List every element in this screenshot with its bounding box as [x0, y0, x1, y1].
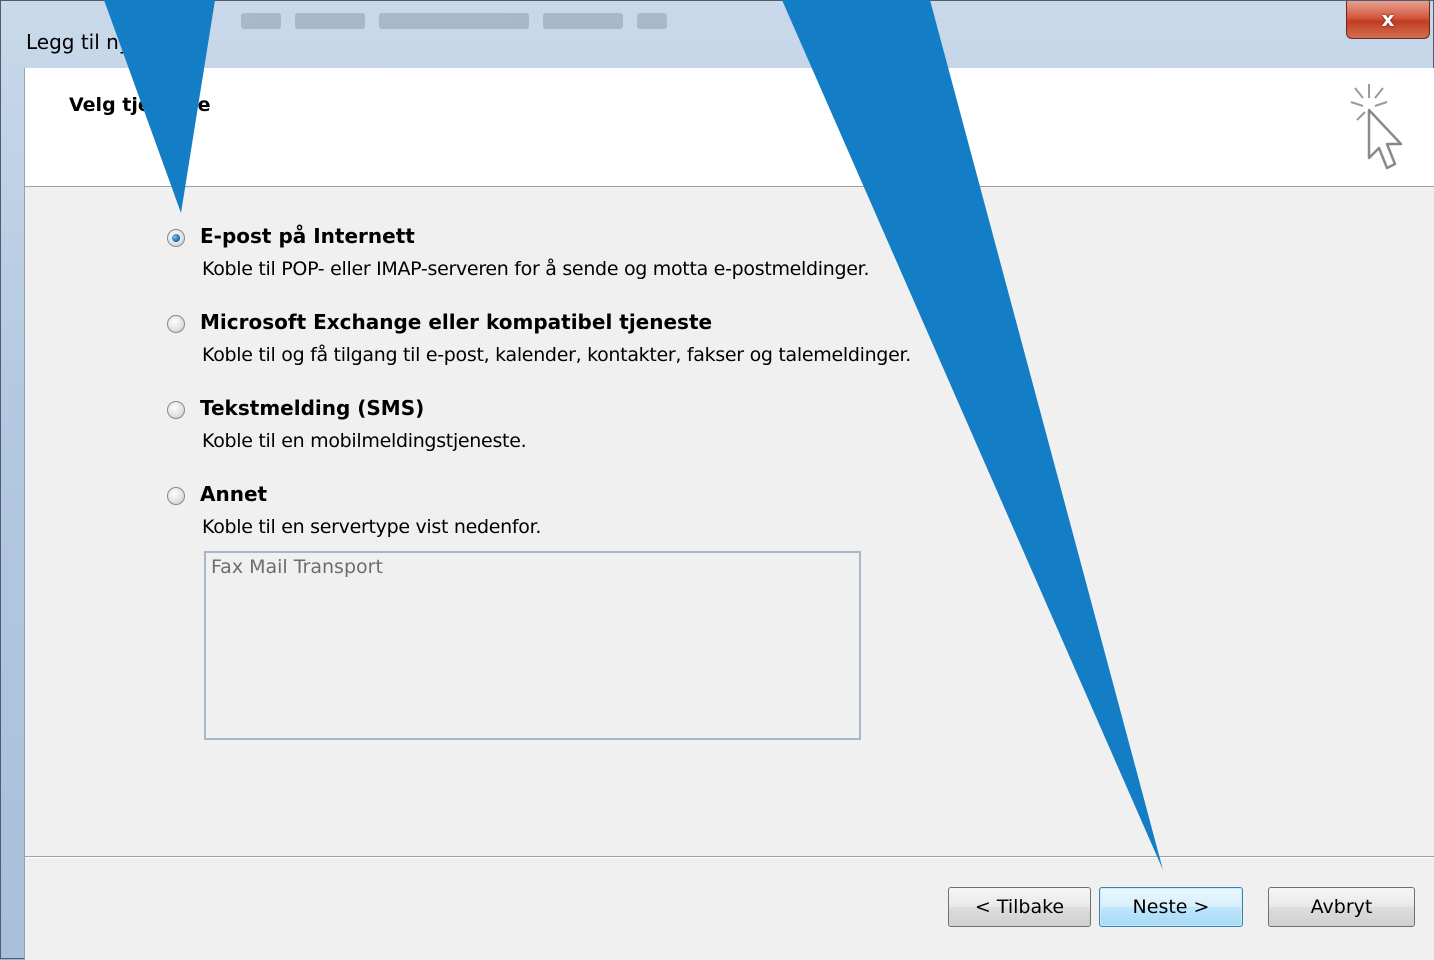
- option-description: Koble til en servertype vist nedenfor.: [202, 516, 542, 538]
- dialog-window: Legg til ny konto x Velg tjeneste E-post…: [0, 0, 1434, 960]
- next-button[interactable]: Neste >: [1099, 887, 1243, 927]
- option-label: Annet: [200, 482, 268, 506]
- title-bar[interactable]: Legg til ny konto x: [1, 1, 1434, 54]
- wizard-header: Velg tjeneste: [25, 68, 1434, 187]
- option-label: E-post på Internett: [200, 224, 415, 248]
- wizard-cursor-icon: [1350, 84, 1403, 170]
- option-label: Tekstmelding (SMS): [200, 396, 425, 420]
- radio-exchange[interactable]: [167, 315, 185, 333]
- option-description: Koble til en mobilmeldingstjeneste.: [202, 430, 527, 452]
- option-description: Koble til og få tilgang til e-post, kale…: [202, 344, 911, 366]
- radio-internet-email[interactable]: [167, 229, 185, 247]
- dialog-client-area: Velg tjeneste E-post på Internett Koble …: [24, 68, 1434, 960]
- option-description: Koble til POP- eller IMAP-serveren for å…: [202, 258, 870, 280]
- option-label: Microsoft Exchange eller kompatibel tjen…: [200, 310, 713, 334]
- server-type-listbox[interactable]: Fax Mail Transport: [204, 551, 861, 740]
- radio-sms[interactable]: [167, 401, 185, 419]
- background-toolbar: [241, 9, 831, 35]
- back-button[interactable]: < Tilbake: [948, 887, 1091, 927]
- radio-other[interactable]: [167, 487, 185, 505]
- list-item[interactable]: Fax Mail Transport: [211, 556, 383, 578]
- close-icon: x: [1381, 7, 1395, 31]
- cancel-button[interactable]: Avbryt: [1268, 887, 1415, 927]
- page-title: Velg tjeneste: [69, 94, 211, 116]
- footer-divider: [25, 856, 1434, 858]
- close-button[interactable]: x: [1346, 1, 1430, 39]
- window-title: Legg til ny konto: [26, 30, 193, 54]
